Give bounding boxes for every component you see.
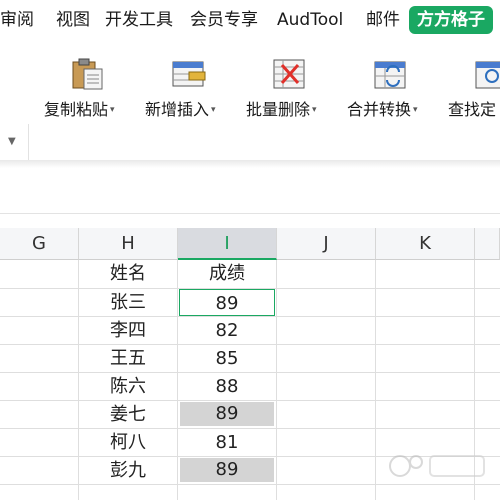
score-cell-active[interactable]: 89 [179, 289, 275, 316]
copy-paste-button[interactable]: 复制粘贴 ▾ [44, 52, 134, 128]
score-cell-highlighted[interactable]: 89 [180, 458, 274, 482]
header-cell-name[interactable]: 姓名 [79, 260, 177, 288]
score-cell[interactable]: 85 [178, 345, 276, 373]
score-cell[interactable]: 88 [178, 373, 276, 401]
watermark-logo [389, 455, 485, 477]
batch-delete-icon [273, 59, 305, 89]
score-cell[interactable]: 81 [178, 429, 276, 457]
copy-paste-icon [72, 58, 103, 90]
grid-line [375, 260, 376, 500]
find-locate-icon [475, 61, 500, 89]
find-locate-button[interactable]: 查找定 [448, 52, 500, 128]
grid-line [276, 260, 277, 500]
merge-convert-button[interactable]: 合并转换 ▾ [347, 52, 437, 128]
name-cell[interactable]: 张三 [79, 289, 177, 317]
chevron-down-icon[interactable]: ▼ [8, 136, 16, 147]
column-header-k[interactable]: K [376, 228, 475, 260]
column-header-h[interactable]: H [79, 228, 178, 260]
tab-review[interactable]: 审阅 [0, 8, 34, 32]
name-cell[interactable]: 王五 [79, 345, 177, 373]
name-cell[interactable]: 彭九 [79, 457, 177, 485]
menu-bar: 审阅 视图 开发工具 会员专享 AudTool 邮件 方方格子 [0, 0, 500, 40]
insert-icon [172, 61, 206, 87]
batch-delete-button[interactable]: 批量删除 ▾ [246, 52, 336, 128]
column-header-i[interactable]: I [178, 228, 277, 260]
name-cell[interactable]: 柯八 [79, 429, 177, 457]
insert-button[interactable]: 新增插入 ▾ [145, 52, 235, 128]
formula-bar-area [0, 168, 500, 214]
merge-convert-label: 合并转换 ▾ [347, 100, 418, 119]
score-cell-highlighted[interactable]: 89 [180, 402, 274, 426]
find-locate-label: 查找定 [448, 100, 497, 119]
name-cell[interactable]: 姜七 [79, 401, 177, 429]
batch-delete-label: 批量删除 ▾ [246, 100, 317, 119]
column-header-g[interactable]: G [0, 228, 79, 260]
tab-audtool[interactable]: AudTool [277, 8, 343, 32]
tab-developer-tools[interactable]: 开发工具 [105, 8, 173, 32]
insert-label: 新增插入 ▾ [145, 100, 216, 119]
column-header-j[interactable]: J [277, 228, 376, 260]
name-cell[interactable]: 陈六 [79, 373, 177, 401]
copy-paste-label: 复制粘贴 ▾ [44, 100, 115, 119]
tab-member[interactable]: 会员专享 [190, 8, 258, 32]
score-cell[interactable]: 82 [178, 317, 276, 345]
tab-mail[interactable]: 邮件 [366, 8, 400, 32]
merge-convert-icon [374, 61, 406, 89]
tab-view[interactable]: 视图 [56, 8, 90, 32]
name-cell[interactable]: 李四 [79, 317, 177, 345]
ribbon-divider [0, 160, 500, 168]
tab-fangfanggezi[interactable]: 方方格子 [409, 6, 493, 34]
header-cell-score[interactable]: 成绩 [178, 260, 276, 288]
column-header-partial [475, 228, 500, 260]
divider [28, 124, 29, 164]
